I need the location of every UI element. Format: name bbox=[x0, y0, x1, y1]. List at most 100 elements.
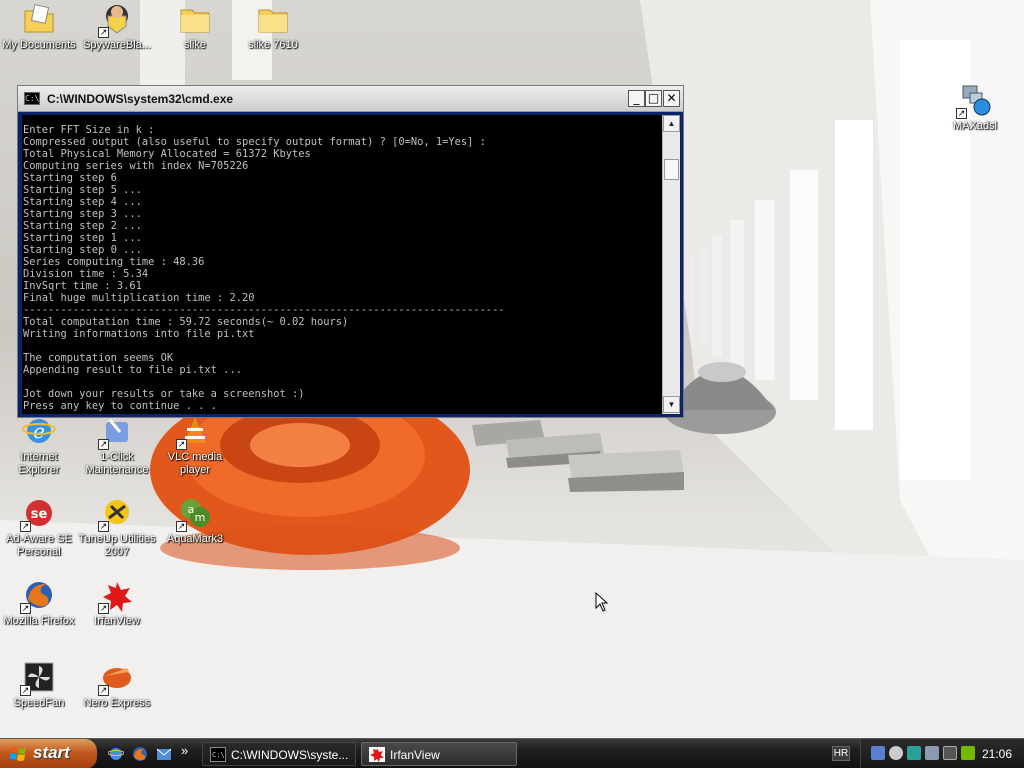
folder-icon bbox=[178, 2, 212, 36]
quicklaunch-outlook-icon[interactable] bbox=[156, 746, 172, 762]
console-line: Starting step 1 ... bbox=[23, 232, 142, 244]
desktop-icon-ad-aware[interactable]: se ↗ Ad-Aware SE Personal bbox=[0, 496, 78, 559]
desktop-icon-spywareblaster[interactable]: ↗ SpywareBla... bbox=[78, 2, 156, 52]
svg-text:e: e bbox=[33, 419, 45, 443]
console-line: Starting step 0 ... bbox=[23, 244, 142, 256]
desktop-icon-slike[interactable]: slike bbox=[156, 2, 234, 52]
minimize-button[interactable]: _ bbox=[628, 90, 645, 107]
console-line: Starting step 4 ... bbox=[23, 196, 142, 208]
desktop-icon-aquamark[interactable]: am ↗ AquaMark3 bbox=[156, 496, 234, 546]
volume-tray-icon[interactable] bbox=[925, 746, 939, 760]
svg-text:se: se bbox=[31, 507, 48, 522]
console-line: Writing informations into file pi.txt bbox=[23, 328, 255, 340]
console-output[interactable]: Enter FFT Size in k : Compressed output … bbox=[22, 115, 662, 414]
shortcut-arrow-icon: ↗ bbox=[176, 439, 187, 450]
console-text: Enter FFT Size in k : Compressed output … bbox=[22, 115, 662, 412]
tuneup-icon: ↗ bbox=[98, 496, 134, 532]
desktop-icon-nero-express[interactable]: ↗ Nero Express bbox=[78, 660, 156, 710]
console-line: ----------------------------------------… bbox=[23, 304, 505, 316]
desktop-icon-my-documents[interactable]: My Documents bbox=[0, 2, 78, 52]
nero-icon: ↗ bbox=[98, 660, 134, 696]
aquamark-icon: am ↗ bbox=[176, 496, 212, 532]
ad-aware-icon: se ↗ bbox=[20, 496, 56, 532]
svg-text:a: a bbox=[188, 503, 195, 516]
desktop-icon-1-click-maintenance[interactable]: ↗ 1-Click Maintenance bbox=[78, 414, 156, 477]
firefox-icon: ↗ bbox=[20, 578, 56, 614]
speedfan-tray-icon[interactable] bbox=[907, 746, 921, 760]
taskbar-button-irfanview[interactable]: IrfanView bbox=[361, 742, 517, 766]
taskbar-button-cmd[interactable]: C:\ C:\WINDOWS\syste... bbox=[202, 742, 356, 766]
console-line: Series computing time : 48.36 bbox=[23, 256, 205, 268]
folder-icon bbox=[256, 2, 290, 36]
console-line: Total computation time : 59.72 seconds(~… bbox=[23, 316, 349, 328]
console-line: Starting step 5 ... bbox=[23, 184, 142, 196]
shortcut-arrow-icon: ↗ bbox=[20, 521, 31, 532]
vertical-scrollbar[interactable]: ▲ ▼ bbox=[662, 115, 680, 414]
folder-documents-icon bbox=[22, 2, 56, 36]
console-line: Starting step 3 ... bbox=[23, 208, 142, 220]
update-tray-icon[interactable] bbox=[943, 746, 957, 760]
scroll-thumb[interactable] bbox=[664, 159, 679, 180]
console-line: Starting step 6 bbox=[23, 172, 117, 184]
desktop-icon-speedfan[interactable]: ↗ SpeedFan bbox=[0, 660, 78, 710]
taskbar: start » C:\ C:\WINDOWS\syste... IrfanVie… bbox=[0, 738, 1024, 768]
cmd-window[interactable]: C:\ C:\WINDOWS\system32\cmd.exe _ □ ✕ En… bbox=[17, 85, 684, 418]
vlc-icon: ↗ bbox=[176, 414, 212, 450]
shortcut-arrow-icon: ↗ bbox=[176, 521, 187, 532]
scroll-up-button[interactable]: ▲ bbox=[663, 115, 680, 132]
maximize-button[interactable]: □ bbox=[645, 90, 662, 107]
cmd-titlebar[interactable]: C:\ C:\WINDOWS\system32\cmd.exe _ □ ✕ bbox=[18, 86, 683, 112]
desktop-icon-tuneup[interactable]: ↗ TuneUp Utilities 2007 bbox=[78, 496, 156, 559]
shortcut-arrow-icon: ↗ bbox=[98, 521, 109, 532]
console-line: InvSqrt time : 3.61 bbox=[23, 280, 142, 292]
console-line: Total Physical Memory Allocated = 61372 … bbox=[23, 148, 311, 160]
desktop-icon-irfanview[interactable]: ↗ IrfanView bbox=[78, 578, 156, 628]
desktop-icon-slike-7610[interactable]: slike 7610 bbox=[234, 2, 312, 52]
cmd-icon: C:\ bbox=[210, 747, 226, 762]
windows-logo-icon bbox=[10, 747, 26, 761]
console-line: Computing series with index N=705226 bbox=[23, 160, 249, 172]
shortcut-arrow-icon: ↗ bbox=[98, 603, 109, 614]
console-line: Final huge multiplication time : 2.20 bbox=[23, 292, 255, 304]
console-line: Division time : 5.34 bbox=[23, 268, 149, 280]
clock[interactable]: 21:06 bbox=[982, 747, 1012, 761]
svg-text:C:\: C:\ bbox=[212, 751, 225, 759]
spywareblaster-icon: ↗ bbox=[98, 2, 134, 38]
internet-explorer-icon: e bbox=[22, 414, 56, 448]
console-line: The computation seems OK bbox=[23, 352, 174, 364]
shortcut-arrow-icon: ↗ bbox=[20, 603, 31, 614]
network-icon: ↗ bbox=[956, 83, 992, 119]
shortcut-arrow-icon: ↗ bbox=[956, 108, 967, 119]
console-icon: C:\ bbox=[24, 92, 40, 105]
network-tray-icon[interactable] bbox=[871, 746, 885, 760]
console-line: Press any key to continue . . . bbox=[23, 400, 217, 412]
console-line: Appending result to file pi.txt ... bbox=[23, 364, 242, 376]
quicklaunch-more-button[interactable]: » bbox=[181, 743, 188, 758]
antivirus-tray-icon[interactable] bbox=[889, 746, 903, 760]
desktop-icon-firefox[interactable]: ↗ Mozilla Firefox bbox=[0, 578, 78, 628]
quicklaunch-internet-explorer-icon[interactable] bbox=[107, 746, 125, 762]
console-line: Compressed output (also useful to specif… bbox=[23, 136, 486, 148]
close-button[interactable]: ✕ bbox=[663, 90, 680, 107]
shortcut-arrow-icon: ↗ bbox=[98, 685, 109, 696]
speedfan-icon: ↗ bbox=[20, 660, 56, 696]
language-indicator[interactable]: HR bbox=[832, 746, 850, 761]
desktop-icon-vlc[interactable]: ↗ VLC media player bbox=[156, 414, 234, 477]
mouse-cursor-icon bbox=[595, 591, 609, 617]
console-line: Jot down your results or take a screensh… bbox=[23, 388, 305, 400]
irfanview-icon bbox=[369, 747, 385, 762]
svg-text:m: m bbox=[195, 511, 206, 524]
cmd-window-title: C:\WINDOWS\system32\cmd.exe bbox=[47, 92, 234, 106]
console-line: Starting step 2 ... bbox=[23, 220, 142, 232]
quicklaunch-firefox-icon[interactable] bbox=[132, 746, 148, 762]
desktop-icon-internet-explorer[interactable]: e Internet Explorer bbox=[0, 414, 78, 477]
desktop-icon-maxadsl[interactable]: ↗ MAXadsl bbox=[936, 83, 1014, 133]
maintenance-icon: ↗ bbox=[98, 414, 134, 450]
nvidia-tray-icon[interactable] bbox=[961, 746, 975, 760]
console-line: Enter FFT Size in k : bbox=[23, 124, 155, 136]
shortcut-arrow-icon: ↗ bbox=[98, 439, 109, 450]
start-button[interactable]: start bbox=[0, 739, 97, 768]
scroll-down-button[interactable]: ▼ bbox=[663, 396, 680, 413]
shortcut-arrow-icon: ↗ bbox=[98, 27, 109, 38]
irfanview-icon: ↗ bbox=[98, 578, 134, 614]
